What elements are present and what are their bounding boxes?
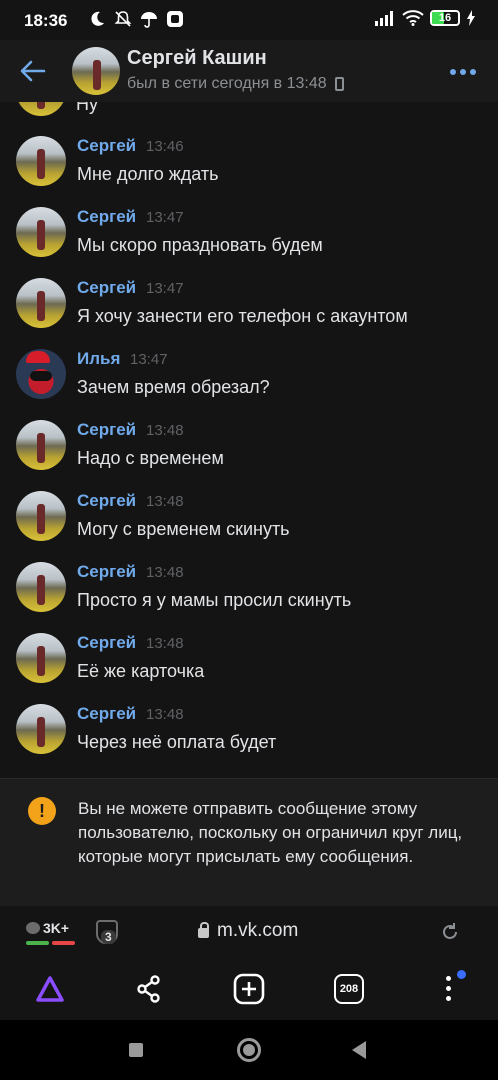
avatar[interactable] — [16, 704, 66, 754]
browser-address-bar: 3K+ 3 m.vk.com — [0, 906, 498, 958]
message-time: 13:48 — [146, 422, 184, 439]
browser-menu-icon[interactable] — [446, 976, 451, 1001]
message-time: 13:47 — [146, 209, 184, 226]
avatar[interactable] — [16, 491, 66, 541]
mobile-phone-icon — [334, 77, 344, 91]
tabs-count-button[interactable]: 208 — [334, 974, 364, 1004]
message-time: 13:47 — [146, 280, 184, 297]
message-item[interactable]: Сергей 13:47 Мы скоро праздновать будем — [0, 200, 498, 271]
message-author[interactable]: Сергей — [77, 136, 136, 156]
status-time: 18:36 — [24, 11, 68, 30]
share-icon[interactable] — [133, 973, 165, 1005]
message-author[interactable]: Илья — [77, 349, 120, 369]
system-navigation-bar — [0, 1020, 498, 1080]
avatar[interactable] — [16, 633, 66, 683]
contact-avatar[interactable] — [72, 47, 120, 95]
message-author[interactable]: Сергей — [77, 491, 136, 511]
wifi-icon — [402, 10, 424, 26]
message-text: Ну — [76, 102, 98, 114]
new-tab-icon[interactable] — [233, 973, 265, 1005]
notification-dot — [457, 970, 466, 979]
avatar[interactable] — [16, 349, 66, 399]
last-seen-text: был в сети сегодня в 13:48 — [127, 75, 327, 92]
avatar[interactable] — [16, 207, 66, 257]
message-text: Могу с временем скинуть — [77, 519, 290, 539]
write-restriction-notice: ! Вы не можете отправить сообщение этому… — [0, 778, 498, 906]
message-time: 13:48 — [146, 493, 184, 510]
message-text: Я хочу занести его телефон с акаунтом — [77, 306, 408, 326]
message-time: 13:47 — [130, 351, 168, 368]
message-item[interactable]: Сергей 13:48 Могу с временем скинуть — [0, 484, 498, 555]
message-list[interactable]: Ну Сергей 13:46 Мне долго ждать Сергей 13:47… — [0, 102, 498, 778]
back-icon[interactable] — [352, 1041, 366, 1059]
back-arrow-icon[interactable] — [18, 56, 48, 86]
muted-bell-icon — [114, 10, 132, 28]
charging-icon — [467, 10, 475, 26]
lock-icon — [198, 922, 209, 938]
message-time: 13:46 — [146, 138, 184, 155]
comments-counter[interactable]: 3K+ — [26, 920, 69, 936]
message-text: Её же карточка — [77, 661, 205, 681]
status-left-icons — [88, 10, 184, 28]
status-right-icons: 16 — [374, 10, 476, 26]
browser-toolbar — [0, 958, 498, 1020]
message-author[interactable]: Сергей — [77, 278, 136, 298]
message-time: 13:48 — [146, 564, 184, 581]
warning-icon: ! — [28, 797, 56, 825]
message-item[interactable]: Сергей 13:48 Просто я у мамы просил скинут… — [0, 555, 498, 626]
message-text: Мне долго ждать — [77, 164, 219, 184]
moon-icon — [88, 10, 106, 28]
message-text: Зачем время обрезал? — [77, 377, 270, 397]
blocked-trackers-count: 3 — [101, 930, 116, 944]
message-item[interactable]: Сергей 13:48 Надо с временем — [0, 413, 498, 484]
status-bar: 18:36 16 — [0, 0, 498, 40]
avatar[interactable] — [16, 278, 66, 328]
battery-indicator: 16 — [430, 10, 460, 26]
avatar[interactable] — [16, 102, 66, 116]
url-field[interactable]: m.vk.com — [198, 920, 298, 942]
message-text: Надо с временем — [77, 448, 224, 468]
counter-bars — [26, 941, 75, 945]
message-item[interactable]: Илья 13:47 Зачем время обрезал? — [0, 342, 498, 413]
message-author[interactable]: Сергей — [77, 704, 136, 724]
message-time: 13:48 — [146, 635, 184, 652]
message-author[interactable]: Сергей — [77, 420, 136, 440]
contact-online-status: был в сети сегодня в 13:48 — [127, 75, 344, 93]
message-text: Через неё оплата будет — [77, 732, 277, 752]
message-time: 13:48 — [146, 706, 184, 723]
message-text: Просто я у мамы просил скинуть — [77, 590, 352, 610]
signal-icon — [375, 11, 393, 26]
umbrella-icon — [140, 10, 158, 28]
contact-name[interactable]: Сергей Кашин — [127, 47, 267, 70]
avatar[interactable] — [16, 136, 66, 186]
message-item[interactable]: Сергей 13:48 Через неё оплата будет — [0, 697, 498, 768]
avatar[interactable] — [16, 420, 66, 470]
notice-text: Вы не можете отправить сообщение этому п… — [78, 799, 463, 866]
message-author[interactable]: Сергей — [77, 633, 136, 653]
avatar[interactable] — [16, 562, 66, 612]
recents-icon[interactable] — [129, 1043, 143, 1057]
message-text: Мы скоро праздновать будем — [77, 235, 323, 255]
message-author[interactable]: Сергей — [77, 562, 136, 582]
more-options-icon[interactable] — [450, 69, 476, 75]
chat-header: Сергей Кашин был в сети сегодня в 13:48 — [0, 40, 498, 102]
message-author[interactable]: Сергей — [77, 207, 136, 227]
url-text: m.vk.com — [217, 920, 299, 941]
alice-assistant-icon[interactable] — [34, 973, 66, 1005]
message-item[interactable]: Сергей 13:46 Мне долго ждать — [0, 129, 498, 200]
app-notification-icon — [166, 10, 184, 28]
home-icon[interactable] — [237, 1038, 261, 1062]
message-item[interactable]: Сергей 13:48 Её же карточка — [0, 626, 498, 697]
message-item[interactable]: Сергей 13:47 Я хочу занести его телефон с … — [0, 271, 498, 342]
reload-icon[interactable] — [440, 922, 460, 942]
